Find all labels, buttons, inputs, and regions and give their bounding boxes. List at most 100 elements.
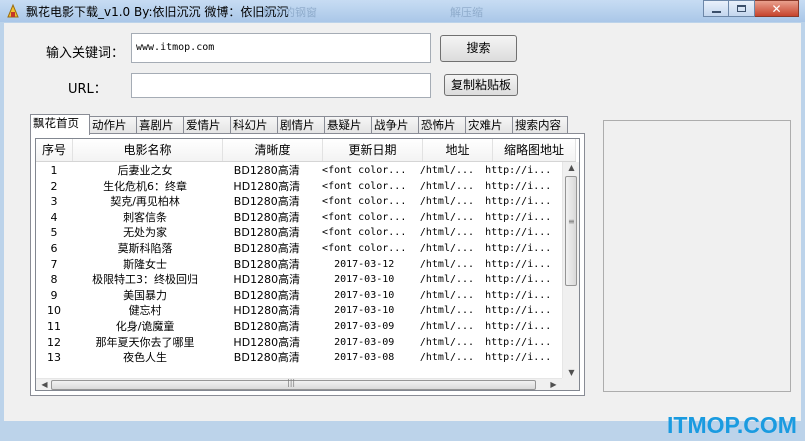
table-cell: 生化危机6：终章 <box>103 179 188 193</box>
table-row[interactable]: 10 健忘村 HD1280高清 2017-03-10/html/... http://i… <box>36 303 562 319</box>
url-label: URL： <box>68 82 107 97</box>
table-cell: http://i... <box>485 227 552 239</box>
table-cell: 斯隆女士 <box>123 257 168 271</box>
table-cell: /html/... <box>419 211 475 223</box>
app-icon <box>7 3 19 18</box>
table-row[interactable]: 3 契克/再见柏林 BD1280高清 <font color... /html/... h… <box>36 194 562 210</box>
tab-horror[interactable]: 恐怖片 <box>418 116 466 134</box>
table-cell: 7 <box>50 257 58 271</box>
table-cell: <font color... <box>322 227 407 239</box>
table-row[interactable]: 9 美国暴力 BD1280高清 2017-03-10/html/... http://i… <box>36 288 562 304</box>
thumbnail-preview <box>603 120 791 392</box>
table-row[interactable]: 13 夜色人生 BD1280高清 2017-03-08/html/... http://… <box>36 350 562 366</box>
tab-search-results[interactable]: 搜索内容 <box>512 116 568 134</box>
url-input[interactable] <box>131 73 431 98</box>
window-controls: ✕ <box>703 0 799 18</box>
table-cell: <font color... <box>322 165 407 176</box>
table-row[interactable]: 2 生化危机6：终章 HD1280高清 <font color... /html/...… <box>36 179 562 195</box>
table-cell: http://i... <box>485 180 552 192</box>
table-cell: /html/... <box>419 352 475 364</box>
table-cell: 6 <box>50 241 58 255</box>
table-cell: 2017-03-09 <box>334 320 395 332</box>
vertical-scroll-thumb[interactable]: ≡ <box>565 176 577 286</box>
vertical-scrollbar[interactable]: ▲ ≡ ▼ <box>562 162 579 378</box>
scroll-up-icon[interactable]: ▲ <box>563 163 579 172</box>
column-header-thumbnail[interactable]: 缩略图地址 <box>493 139 576 161</box>
minimize-button[interactable] <box>703 0 729 17</box>
column-header-date[interactable]: 更新日期 <box>323 139 423 161</box>
table-cell: 10 <box>47 304 62 318</box>
table-cell: 4 <box>50 210 58 224</box>
table-cell: BD1280高清 <box>233 351 300 365</box>
minimize-icon <box>712 11 721 13</box>
tab-suspense[interactable]: 悬疑片 <box>324 116 372 134</box>
watermark-logo: ITMOP.COM <box>667 412 797 438</box>
table-cell: HD1280高清 <box>233 335 301 349</box>
table-cell: /html/... <box>419 196 475 208</box>
table-cell: /html/... <box>419 180 475 192</box>
column-header-title[interactable]: 电影名称 <box>73 139 223 161</box>
table-cell: http://i... <box>485 242 552 254</box>
table-cell: 2017-03-12 <box>334 258 395 270</box>
table-cell: 2 <box>50 179 58 193</box>
tab-comedy[interactable]: 喜剧片 <box>136 116 184 134</box>
table-cell: 3 <box>50 195 58 209</box>
window-title: 飘花电影下载_v1.0 By:依旧沉沉 微博：依旧沉沉 <box>26 5 289 19</box>
keyword-label: 输入关键词： <box>46 46 125 61</box>
table-cell: http://i... <box>485 211 552 223</box>
tab-action[interactable]: 动作片 <box>89 116 137 134</box>
table-cell: BD1280高清 <box>233 241 300 255</box>
table-cell: /html/... <box>419 305 475 317</box>
tab-romance[interactable]: 爱情片 <box>183 116 231 134</box>
table-cell: <font color... <box>322 196 407 208</box>
column-header-index[interactable]: 序号 <box>36 139 73 161</box>
table-row[interactable]: 11 化身/诡魔童 BD1280高清 2017-03-09/html/... http:… <box>36 319 562 335</box>
column-header-address[interactable]: 地址 <box>423 139 493 161</box>
movie-list[interactable]: 序号 电影名称 清晰度 更新日期 地址 缩略图地址 1 后妻业之女 BD1280高清… <box>35 138 580 391</box>
table-cell: 11 <box>47 319 62 333</box>
tab-drama[interactable]: 剧情片 <box>277 116 325 134</box>
close-icon: ✕ <box>771 2 782 16</box>
tab-disaster[interactable]: 灾难片 <box>465 116 513 134</box>
horizontal-scrollbar[interactable]: ◀ ||| ▶ <box>36 378 562 390</box>
grip-icon: ≡ <box>568 217 575 226</box>
table-cell: http://i... <box>485 196 552 208</box>
maximize-button[interactable] <box>729 0 755 17</box>
table-cell: /html/... <box>419 242 475 254</box>
title-bar[interactable]: 飘花电影下载_v1.0 By:依旧沉沉 微博：依旧沉沉 集中的钢窗 解压缩 ✕ <box>0 0 805 22</box>
scroll-corner <box>562 378 579 390</box>
column-header-quality[interactable]: 清晰度 <box>223 139 323 161</box>
grip-icon: ||| <box>287 378 296 387</box>
table-cell: 刺客信条 <box>123 210 168 224</box>
tab-home[interactable]: 飘花首页 <box>30 114 90 135</box>
tab-scifi[interactable]: 科幻片 <box>230 116 278 134</box>
table-cell: /html/... <box>419 258 475 270</box>
table-row[interactable]: 12 那年夏天你去了哪里 HD1280高清 2017-03-09/html/... ht… <box>36 335 562 351</box>
background-window-title: 集中的钢窗 <box>262 6 317 19</box>
table-cell: BD1280高清 <box>233 210 300 224</box>
table-cell: http://i... <box>485 352 552 364</box>
table-row[interactable]: 6 莫斯科陷落 BD1280高清 <font color... /html/... htt… <box>36 241 562 257</box>
table-cell: 9 <box>50 288 58 302</box>
table-cell: /html/... <box>419 289 475 301</box>
table-row[interactable]: 7 斯隆女士 BD1280高清 2017-03-12/html/... http://i… <box>36 257 562 273</box>
copy-clipboard-button[interactable]: 复制粘贴板 <box>444 74 518 96</box>
table-cell: http://i... <box>485 165 552 176</box>
scroll-down-icon[interactable]: ▼ <box>563 368 579 377</box>
close-button[interactable]: ✕ <box>755 0 799 17</box>
maximize-icon <box>737 5 746 12</box>
horizontal-scroll-thumb[interactable]: ||| <box>51 378 536 390</box>
table-cell: HD1280高清 <box>233 273 301 287</box>
table-row[interactable]: 1 后妻业之女 BD1280高清 <font color... /html/... htt… <box>36 163 562 179</box>
table-row[interactable]: 4 刺客信条 BD1280高清 <font color... /html/... http… <box>36 210 562 226</box>
search-button[interactable]: 搜索 <box>440 35 517 62</box>
table-row[interactable]: 8 极限特工3：终极回归 HD1280高清 2017-03-10/html/... ht… <box>36 272 562 288</box>
scroll-right-icon[interactable]: ▶ <box>545 380 562 389</box>
table-cell: <font color... <box>322 211 407 223</box>
table-row[interactable]: 5 无处为家 BD1280高清 <font color... /html/... http… <box>36 225 562 241</box>
tab-war[interactable]: 战争片 <box>371 116 419 134</box>
table-cell: 2017-03-10 <box>334 305 395 317</box>
table-cell: 美国暴力 <box>123 288 168 302</box>
table-cell: /html/... <box>419 274 475 286</box>
keyword-input[interactable]: www.itmop.com <box>131 33 431 63</box>
